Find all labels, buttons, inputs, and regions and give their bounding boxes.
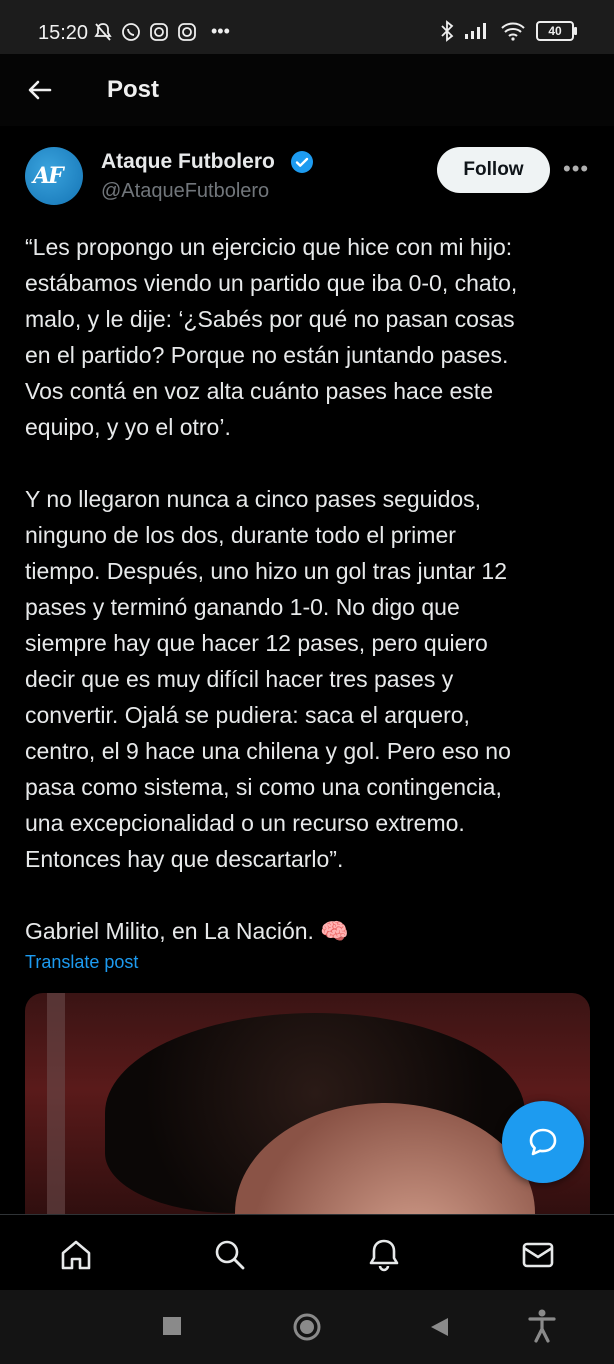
signal-icon <box>465 23 486 39</box>
status-bar: 15:20 ••• 40 <box>0 0 614 54</box>
reply-bubble-icon <box>529 1128 557 1156</box>
mute-bell-icon <box>94 22 112 41</box>
page-title: Post <box>107 76 160 103</box>
author-name[interactable]: Ataque Futbolero <box>101 150 275 174</box>
more-notifications-icon: ••• <box>211 21 230 41</box>
bluetooth-icon <box>441 20 454 42</box>
translate-post-link[interactable]: Translate post <box>25 952 138 973</box>
back-triangle-icon[interactable] <box>428 1316 450 1338</box>
follow-button[interactable]: Follow <box>437 147 550 193</box>
verified-badge-icon <box>291 151 313 173</box>
bottom-navigation <box>0 1214 614 1291</box>
system-icons: 40 <box>440 20 577 42</box>
search-icon[interactable] <box>212 1237 248 1273</box>
instagram-icon <box>178 22 196 41</box>
post-image[interactable] <box>25 993 590 1233</box>
reply-fab-button[interactable] <box>502 1101 584 1183</box>
top-app-bar: Post <box>0 54 614 126</box>
avatar-text: AF <box>33 163 64 189</box>
post-text: “Les propongo un ejercicio que hice con … <box>25 234 518 944</box>
back-arrow-icon[interactable] <box>26 76 54 104</box>
whatsapp-icon <box>122 22 140 41</box>
recents-square-icon[interactable] <box>162 1316 182 1336</box>
battery-icon: 40 <box>536 21 577 41</box>
wifi-icon <box>501 22 525 41</box>
more-options-icon[interactable]: ••• <box>563 156 589 182</box>
notification-icons: ••• <box>93 21 230 42</box>
system-navigation-bar <box>0 1290 614 1364</box>
messages-icon[interactable] <box>520 1237 556 1273</box>
avatar[interactable]: AF <box>25 147 83 205</box>
home-circle-icon[interactable] <box>292 1312 322 1342</box>
image-background-detail <box>47 993 65 1233</box>
notifications-icon[interactable] <box>366 1237 402 1273</box>
status-time: 15:20 <box>38 22 89 44</box>
home-icon[interactable] <box>58 1237 94 1273</box>
instagram-icon <box>150 22 168 41</box>
author-handle[interactable]: @AtaqueFutbolero <box>101 180 269 203</box>
accessibility-icon[interactable] <box>527 1308 557 1344</box>
